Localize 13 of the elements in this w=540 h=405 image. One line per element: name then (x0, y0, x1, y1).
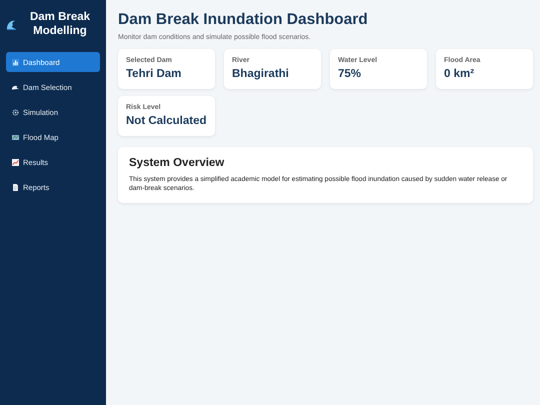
bar-chart-icon (12, 58, 19, 66)
map-icon (12, 134, 19, 140)
page-title: Dam Break Inundation Dashboard (118, 11, 369, 29)
stat-value: Tehri Dam (126, 68, 182, 80)
document-icon (12, 184, 19, 190)
stat-value: 75% (338, 68, 362, 80)
stat-value: 0 km² (444, 68, 476, 80)
stat-value: Bhagirathi (232, 68, 290, 80)
app-title: Dam Break Modelling (28, 10, 92, 38)
gear-icon (12, 108, 19, 116)
line-chart-icon (12, 158, 19, 166)
section-title: System Overview (129, 157, 226, 169)
stat-value: Not Calculated (126, 115, 207, 127)
